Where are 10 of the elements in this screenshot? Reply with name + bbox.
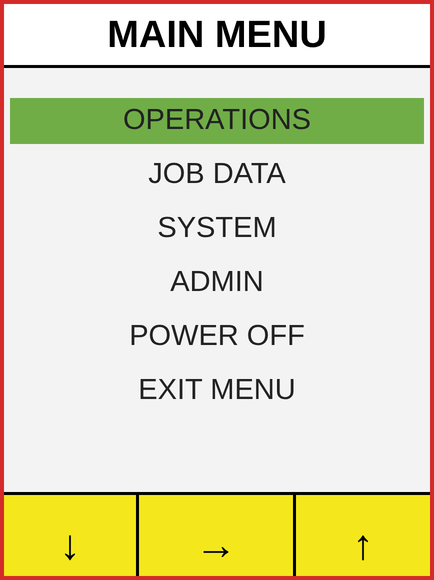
menu-item[interactable]: ADMIN	[10, 260, 424, 306]
menu-item[interactable]: JOB DATA	[10, 152, 424, 198]
menu-item[interactable]: POWER OFF	[10, 314, 424, 360]
arrow-key[interactable]: ↑	[296, 495, 430, 576]
arrow-key[interactable]: ↓	[4, 495, 139, 576]
menu-item[interactable]: EXIT MENU	[10, 368, 424, 414]
menu-item[interactable]: SYSTEM	[10, 206, 424, 252]
screen-title: MAIN MENU	[107, 16, 327, 54]
arrow-key[interactable]: →	[139, 495, 296, 576]
menu-item[interactable]: OPERATIONS	[10, 98, 424, 144]
